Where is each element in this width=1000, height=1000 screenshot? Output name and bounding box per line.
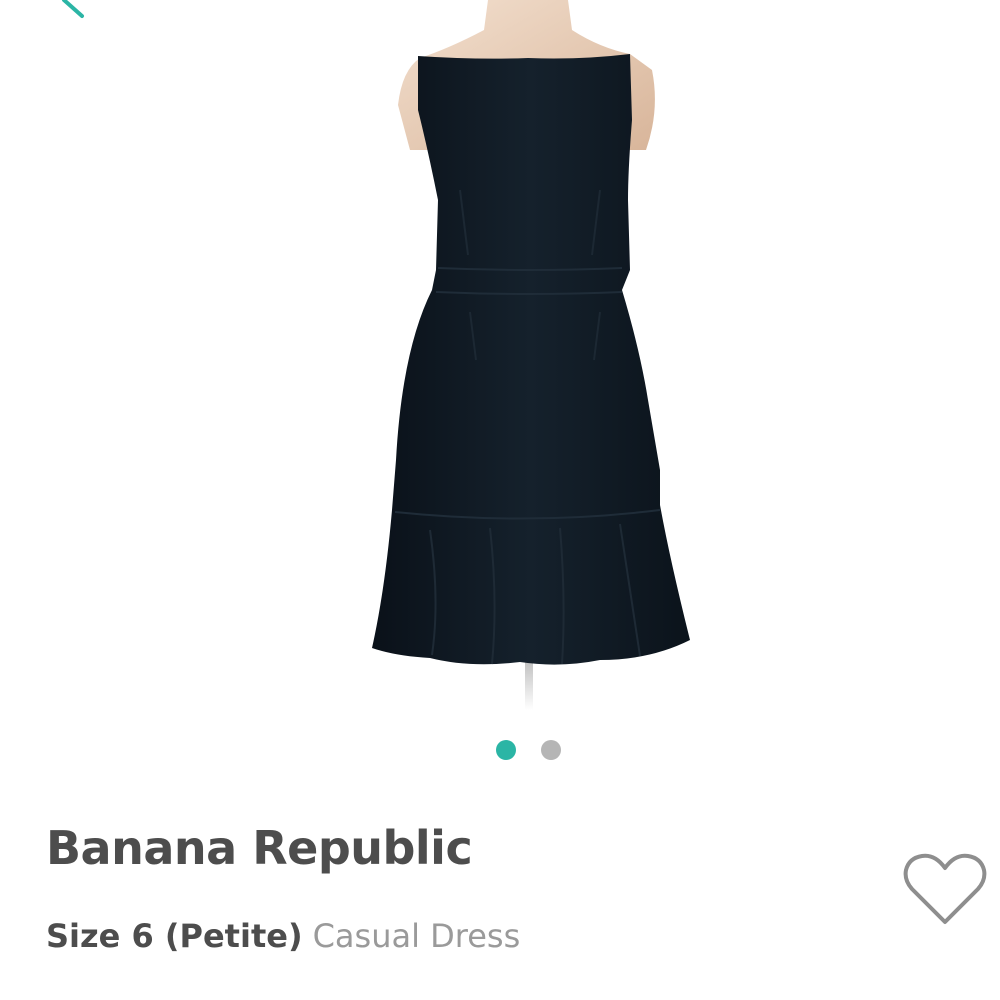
heart-outline-icon (903, 853, 987, 924)
favorite-button[interactable] (900, 850, 990, 930)
carousel-indicator (0, 740, 1000, 760)
brand-name: Banana Republic (46, 821, 473, 875)
size-label: Size 6 (Petite) (46, 917, 303, 955)
product-page: Banana Republic Size 6 (Petite) Casual Dr… (0, 0, 1000, 1000)
carousel-dot-1[interactable] (496, 740, 516, 760)
carousel-dot-2[interactable] (541, 740, 561, 760)
product-image[interactable] (0, 0, 1000, 720)
category-label: Casual Dress (312, 917, 521, 955)
product-meta: Size 6 (Petite) Casual Dress (46, 912, 520, 960)
